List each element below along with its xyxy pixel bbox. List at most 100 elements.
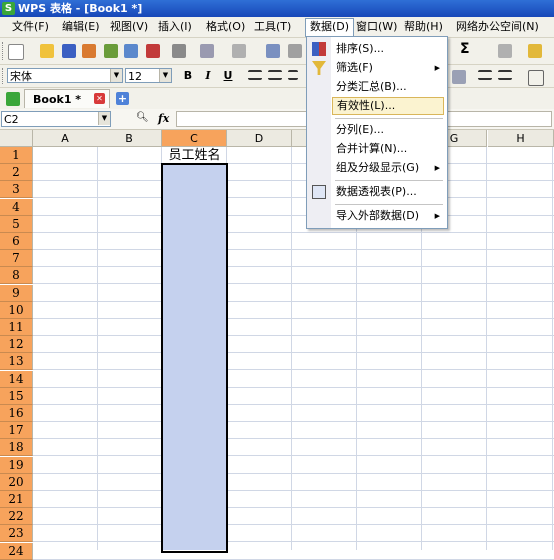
- row-header-2[interactable]: 2: [0, 164, 33, 181]
- column-header-c[interactable]: C: [162, 130, 227, 147]
- chevron-down-icon[interactable]: ▼: [159, 69, 171, 82]
- row-header-8[interactable]: 8: [0, 267, 33, 284]
- row-header-11[interactable]: 11: [0, 319, 33, 336]
- copy-icon[interactable]: [266, 44, 280, 58]
- save-icon[interactable]: [62, 44, 76, 58]
- font-size-combo[interactable]: 12 ▼: [125, 68, 172, 83]
- spellcheck-icon[interactable]: [200, 44, 214, 58]
- align-center-icon[interactable]: [268, 70, 282, 80]
- close-icon[interactable]: ✕: [94, 93, 105, 104]
- toolbar-grip[interactable]: [2, 42, 6, 60]
- export-icon[interactable]: [104, 44, 118, 58]
- column-header-b[interactable]: B: [97, 130, 162, 147]
- row-header-19[interactable]: 19: [0, 457, 33, 474]
- data-menu-item-0[interactable]: 排序(S)...: [332, 40, 444, 58]
- row-header-1[interactable]: 1: [0, 147, 33, 164]
- row-header-16[interactable]: 16: [0, 405, 33, 422]
- sort-descending-icon[interactable]: [498, 44, 512, 58]
- data-menu-item-1[interactable]: 筛选(F) ▶: [332, 59, 444, 77]
- cell-c1[interactable]: 员工姓名: [162, 147, 227, 164]
- row-header-4[interactable]: 4: [0, 199, 33, 216]
- open-folder-icon[interactable]: [40, 44, 54, 58]
- menu-format[interactable]: 格式(O): [202, 19, 249, 35]
- row-header-12[interactable]: 12: [0, 336, 33, 353]
- decrease-indent-icon[interactable]: [478, 70, 492, 80]
- italic-button[interactable]: I: [200, 68, 216, 84]
- percent-icon[interactable]: [452, 70, 466, 84]
- menu-network-office[interactable]: 网络办公空间(N): [452, 19, 543, 35]
- grid-hline: [33, 473, 554, 474]
- name-box[interactable]: C2 ▼: [1, 111, 111, 127]
- menu-window[interactable]: 窗口(W): [352, 19, 401, 35]
- chevron-down-icon[interactable]: ▼: [98, 112, 110, 125]
- row-header-9[interactable]: 9: [0, 285, 33, 302]
- chevron-down-icon[interactable]: ▼: [110, 69, 122, 82]
- font-size-value: 12: [128, 70, 142, 83]
- row-header-15[interactable]: 15: [0, 388, 33, 405]
- row-header-17[interactable]: 17: [0, 422, 33, 439]
- grid-hline: [33, 524, 554, 525]
- menu-data[interactable]: 数据(D): [305, 18, 355, 37]
- align-right-icon[interactable]: [288, 70, 298, 80]
- data-menu-item-4[interactable]: 分列(E)...: [332, 121, 444, 139]
- row-header-23[interactable]: 23: [0, 525, 33, 542]
- row-header-24[interactable]: 24: [0, 543, 33, 560]
- row-header-10[interactable]: 10: [0, 302, 33, 319]
- data-menu-dropdown: 排序(S)... 筛选(F) ▶ 分类汇总(B)... 有效性(L)... 分列(E)..…: [306, 36, 448, 229]
- menu-item-label: 有效性(L)...: [337, 99, 396, 112]
- row-header-3[interactable]: 3: [0, 181, 33, 198]
- data-menu-item-7[interactable]: 数据透视表(P)...: [332, 183, 444, 201]
- align-left-icon[interactable]: [248, 70, 262, 80]
- print-icon[interactable]: [172, 44, 186, 58]
- menu-item-label: 合并计算(N)...: [336, 142, 408, 155]
- spreadsheet-grid[interactable]: ABCDEFGH 1234567891011121314151617181920…: [0, 130, 554, 560]
- bold-button[interactable]: B: [180, 68, 196, 84]
- menu-edit[interactable]: 编辑(E): [58, 19, 104, 35]
- column-header-a[interactable]: A: [33, 130, 98, 147]
- cut-icon[interactable]: [288, 44, 302, 58]
- data-menu-item-2[interactable]: 分类汇总(B)...: [332, 78, 444, 96]
- row-header-7[interactable]: 7: [0, 250, 33, 267]
- row-header-22[interactable]: 22: [0, 508, 33, 525]
- autofilter-icon[interactable]: [528, 44, 542, 58]
- new-document-icon[interactable]: [8, 44, 24, 60]
- font-name-combo[interactable]: 宋体 ▼: [7, 68, 123, 83]
- pdf-icon[interactable]: [146, 44, 160, 58]
- data-menu-item-8[interactable]: 导入外部数据(D) ▶: [332, 207, 444, 225]
- row-header-5[interactable]: 5: [0, 216, 33, 233]
- sort-icon: [312, 42, 326, 56]
- toolbar-grip[interactable]: [2, 68, 6, 84]
- borders-icon[interactable]: [528, 70, 544, 86]
- formula-bar: C2 ▼ 🔍︎ fx: [0, 109, 554, 130]
- format-painter-icon[interactable]: [232, 44, 246, 58]
- menu-tools[interactable]: 工具(T): [250, 19, 295, 35]
- data-menu-item-6[interactable]: 组及分级显示(G) ▶: [332, 159, 444, 177]
- row-header-18[interactable]: 18: [0, 439, 33, 456]
- column-header-h[interactable]: H: [488, 130, 554, 147]
- row-header-14[interactable]: 14: [0, 371, 33, 388]
- row-header-21[interactable]: 21: [0, 491, 33, 508]
- menu-file[interactable]: 文件(F): [8, 19, 53, 35]
- menu-view[interactable]: 视图(V): [106, 19, 152, 35]
- grid-hline: [33, 180, 554, 181]
- zoom-icon[interactable]: 🔍︎: [136, 112, 149, 123]
- email-icon[interactable]: [124, 44, 138, 58]
- data-menu-item-5[interactable]: 合并计算(N)...: [332, 140, 444, 158]
- row-header-6[interactable]: 6: [0, 233, 33, 250]
- underline-button[interactable]: U: [220, 68, 236, 84]
- menu-insert[interactable]: 插入(I): [154, 19, 196, 35]
- menu-help[interactable]: 帮助(H): [400, 19, 447, 35]
- row-header-20[interactable]: 20: [0, 474, 33, 491]
- grid-hline: [33, 301, 554, 302]
- new-tab-icon[interactable]: +: [116, 92, 129, 105]
- data-menu-item-3[interactable]: 有效性(L)...: [332, 97, 444, 115]
- select-all-corner[interactable]: [0, 130, 33, 147]
- fx-icon[interactable]: fx: [158, 112, 169, 125]
- print-preview-icon[interactable]: [82, 44, 96, 58]
- column-header-d[interactable]: D: [227, 130, 292, 147]
- row-header-13[interactable]: 13: [0, 353, 33, 370]
- increase-indent-icon[interactable]: [498, 70, 512, 80]
- menu-item-label: 组及分级显示(G): [336, 161, 420, 174]
- autosum-icon[interactable]: Σ: [460, 42, 474, 56]
- grid-hline: [33, 215, 554, 216]
